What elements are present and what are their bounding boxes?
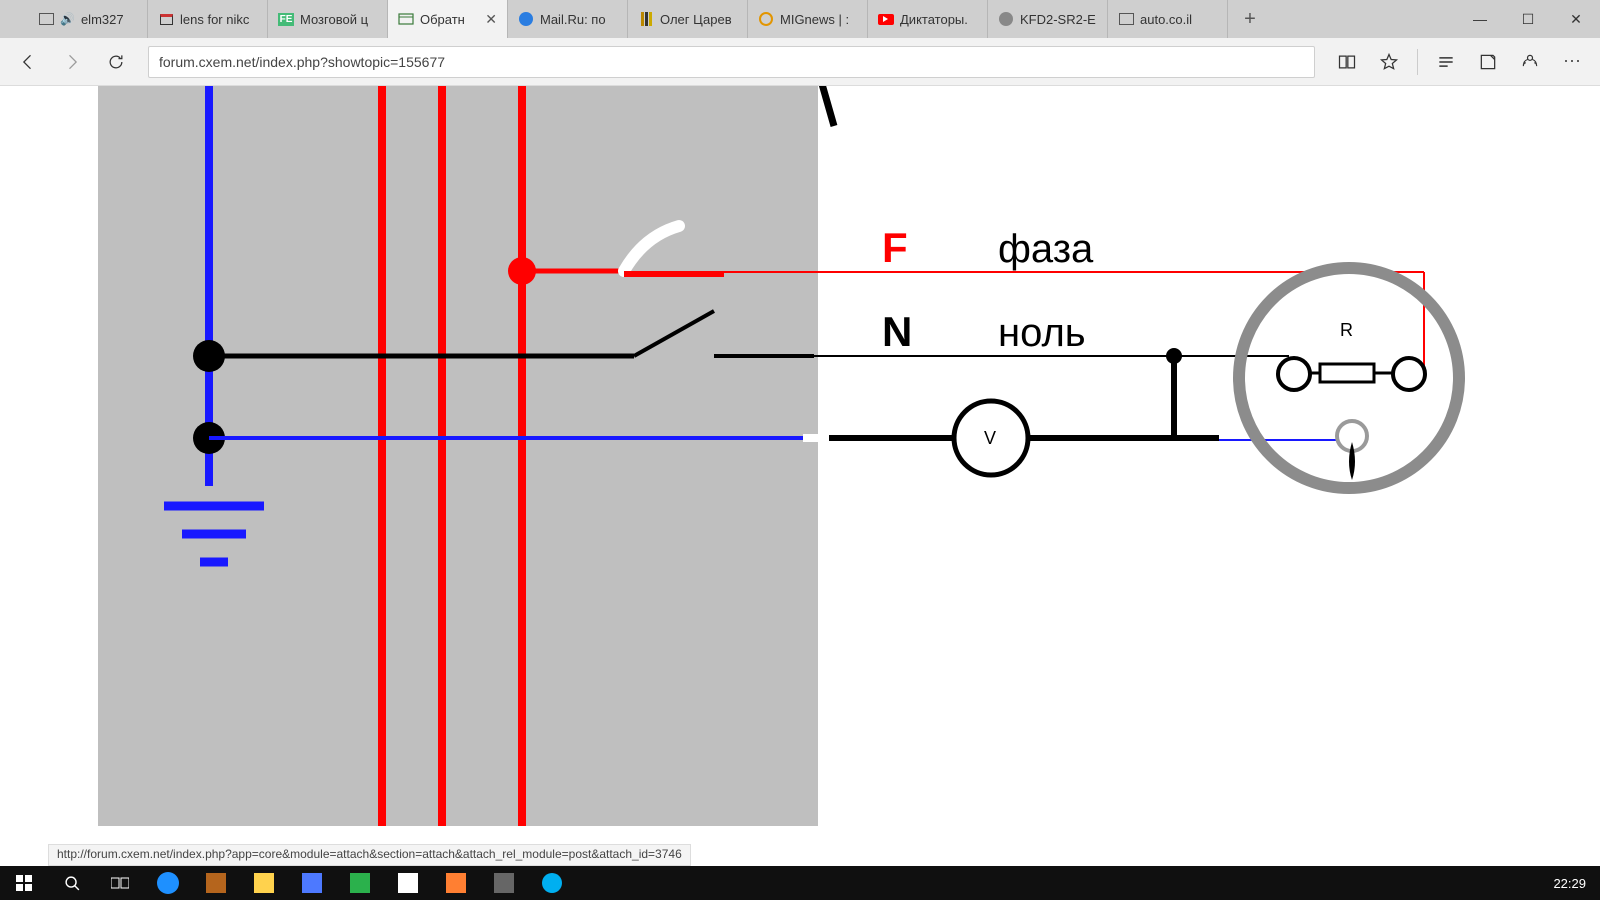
- tab-label: Мозговой ц: [300, 12, 368, 27]
- favicon-fe-icon: FE: [278, 11, 294, 27]
- url-input[interactable]: forum.cxem.net/index.php?showtopic=15567…: [148, 46, 1315, 78]
- favicon-grey-icon: [998, 11, 1014, 27]
- label-neutral: ноль: [998, 311, 1086, 355]
- refresh-button[interactable]: [96, 42, 136, 82]
- label-phase: фаза: [998, 227, 1094, 271]
- tab-label: Олег Царев: [660, 12, 732, 27]
- tab-lens[interactable]: lens for nikс: [148, 0, 268, 38]
- task-app-4[interactable]: [288, 866, 336, 900]
- favicon-shop-icon: [158, 11, 174, 27]
- tab-auto[interactable]: auto.co.il: [1108, 0, 1228, 38]
- label-resistor: R: [1340, 320, 1353, 340]
- tab-label: auto.co.il: [1140, 12, 1192, 27]
- taskbar: 22:29: [0, 866, 1600, 900]
- tab-label: Mail.Ru: по: [540, 12, 606, 27]
- clock-text: 22:29: [1553, 876, 1586, 891]
- url-text: forum.cxem.net/index.php?showtopic=15567…: [159, 54, 445, 70]
- window-controls: — ☐ ✕: [1456, 0, 1600, 38]
- close-window-button[interactable]: ✕: [1552, 0, 1600, 38]
- task-app-6[interactable]: [384, 866, 432, 900]
- task-app-5[interactable]: [336, 866, 384, 900]
- start-button[interactable]: [0, 866, 48, 900]
- tab-brain[interactable]: FE Мозговой ц: [268, 0, 388, 38]
- tab-active[interactable]: Обратн ✕: [388, 0, 508, 38]
- circuit-diagram: F фаза N ноль V R: [24, 86, 1524, 826]
- tab-oleg[interactable]: Олег Царев: [628, 0, 748, 38]
- search-button[interactable]: [48, 866, 96, 900]
- back-button[interactable]: [8, 42, 48, 82]
- task-app-7[interactable]: [432, 866, 480, 900]
- tab-elm327[interactable]: 🔊 elm327: [28, 0, 148, 38]
- label-f: F: [882, 224, 908, 271]
- close-tab-icon[interactable]: ✕: [485, 11, 497, 28]
- task-app-8[interactable]: [480, 866, 528, 900]
- page-viewport[interactable]: F фаза N ноль V R http://forum.cxem.net/…: [0, 86, 1600, 866]
- favicon-forum-icon: [398, 11, 414, 27]
- address-bar: forum.cxem.net/index.php?showtopic=15567…: [0, 38, 1600, 86]
- taskbar-clock[interactable]: 22:29: [1553, 876, 1600, 891]
- forum-page: F фаза N ноль V R http://forum.cxem.net/…: [24, 86, 1524, 866]
- favicon-generic-icon: [1118, 11, 1134, 27]
- status-url-text: http://forum.cxem.net/index.php?app=core…: [57, 847, 682, 861]
- label-voltmeter: V: [984, 428, 996, 448]
- label-n: N: [882, 308, 912, 355]
- hub-button[interactable]: [1426, 42, 1466, 82]
- status-bar: http://forum.cxem.net/index.php?app=core…: [48, 844, 691, 866]
- task-app-9[interactable]: [528, 866, 576, 900]
- maximize-button[interactable]: ☐: [1504, 0, 1552, 38]
- favicon-clock-icon: [758, 11, 774, 27]
- tab-label: MIGnews | :: [780, 12, 849, 27]
- favorite-button[interactable]: [1369, 42, 1409, 82]
- taskview-button[interactable]: [96, 866, 144, 900]
- tab-label: Обратн: [420, 12, 465, 27]
- reading-view-button[interactable]: [1327, 42, 1367, 82]
- forward-button[interactable]: [52, 42, 92, 82]
- tab-label: KFD2-SR2-E: [1020, 12, 1096, 27]
- speaker-icon: 🔊: [60, 12, 75, 26]
- task-app-3[interactable]: [240, 866, 288, 900]
- tab-kfd2[interactable]: KFD2-SR2-E: [988, 0, 1108, 38]
- new-tab-button[interactable]: +: [1228, 0, 1272, 38]
- tab-label: Диктаторы.: [900, 12, 968, 27]
- tab-mail[interactable]: Mail.Ru: по: [508, 0, 628, 38]
- task-app-1[interactable]: [144, 866, 192, 900]
- favicon-generic-icon: [38, 11, 54, 27]
- tab-dictators[interactable]: Диктаторы.: [868, 0, 988, 38]
- favicon-mail-icon: [518, 11, 534, 27]
- favicon-youtube-icon: [878, 11, 894, 27]
- notes-button[interactable]: [1468, 42, 1508, 82]
- favicon-bars-icon: [638, 11, 654, 27]
- tab-label: lens for nikс: [180, 12, 249, 27]
- task-app-2[interactable]: [192, 866, 240, 900]
- tab-label: elm327: [81, 12, 124, 27]
- more-button[interactable]: ⋯: [1552, 42, 1592, 82]
- share-button[interactable]: [1510, 42, 1550, 82]
- tab-mignews[interactable]: MIGnews | :: [748, 0, 868, 38]
- tab-strip: 🔊 elm327 lens for nikс FE Мозговой ц Обр…: [0, 0, 1600, 38]
- minimize-button[interactable]: —: [1456, 0, 1504, 38]
